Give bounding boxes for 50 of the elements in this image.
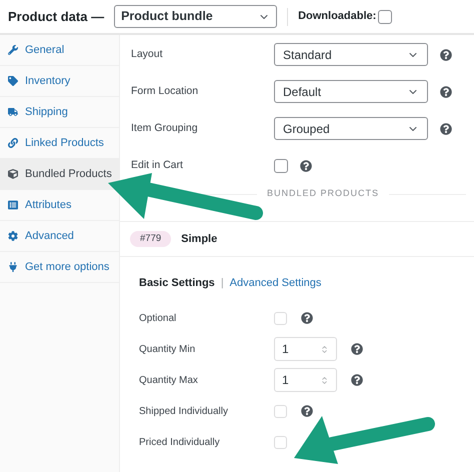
- select-field[interactable]: Default: [274, 80, 428, 103]
- product-type-select[interactable]: Product bundle: [114, 5, 278, 28]
- setting-label: Quantity Min: [139, 342, 196, 356]
- sidebar-tab[interactable]: Bundled Products: [0, 159, 119, 190]
- section-heading: BUNDLED PRODUCTS: [266, 187, 380, 200]
- setting-label: Layout: [131, 46, 164, 62]
- help-icon[interactable]: [301, 405, 313, 417]
- tag-icon: [8, 76, 18, 86]
- checkbox[interactable]: [274, 158, 288, 172]
- help-icon[interactable]: [300, 160, 312, 172]
- settings-tab[interactable]: Advanced Settings: [230, 275, 322, 292]
- truck-icon: [8, 107, 18, 117]
- setting-label: Edit in Cart: [131, 158, 184, 173]
- number-field[interactable]: 1: [274, 368, 337, 392]
- item-title: Simple: [181, 232, 218, 247]
- setting-label: Priced Individually: [139, 436, 221, 450]
- help-icon[interactable]: [440, 122, 452, 134]
- setting-label: Item Grouping: [131, 120, 199, 136]
- downloadable-label: Downloadable:: [298, 9, 376, 24]
- select-field[interactable]: Grouped: [274, 117, 428, 140]
- wrench-icon: [8, 45, 18, 55]
- sidebar-tab[interactable]: Inventory: [0, 66, 119, 97]
- sidebar-tab[interactable]: General: [0, 35, 119, 66]
- setting-label: Quantity Max: [139, 374, 199, 388]
- help-icon[interactable]: [440, 48, 452, 60]
- list-icon: [8, 200, 18, 210]
- setting-label: Shipped Individually: [139, 404, 229, 418]
- help-icon[interactable]: [301, 312, 313, 324]
- plug-icon: [8, 262, 18, 272]
- select-field[interactable]: Standard: [274, 43, 428, 66]
- sidebar-tab[interactable]: Get more options: [0, 252, 119, 283]
- id-badge: #779: [130, 230, 172, 248]
- number-field[interactable]: 1: [274, 337, 337, 361]
- sidebar-tab[interactable]: Attributes: [0, 190, 119, 221]
- panel-title: Product data —: [8, 8, 104, 26]
- help-icon[interactable]: [351, 343, 363, 355]
- help-icon[interactable]: [440, 86, 452, 98]
- sidebar-tab[interactable]: Shipping: [0, 97, 119, 128]
- spinner-icon: [320, 344, 329, 354]
- tab-separator: |: [220, 276, 224, 291]
- gear-icon: [8, 231, 18, 241]
- setting-label: Form Location: [131, 84, 200, 99]
- sidebar-tab[interactable]: Advanced: [0, 221, 119, 252]
- link-icon: [8, 138, 18, 148]
- spinner-icon: [320, 376, 329, 384]
- checkbox[interactable]: [378, 10, 392, 24]
- setting-label: Optional: [139, 312, 178, 326]
- help-icon[interactable]: [351, 374, 363, 386]
- settings-tab[interactable]: Basic Settings: [139, 275, 215, 292]
- cube-icon: [8, 169, 18, 179]
